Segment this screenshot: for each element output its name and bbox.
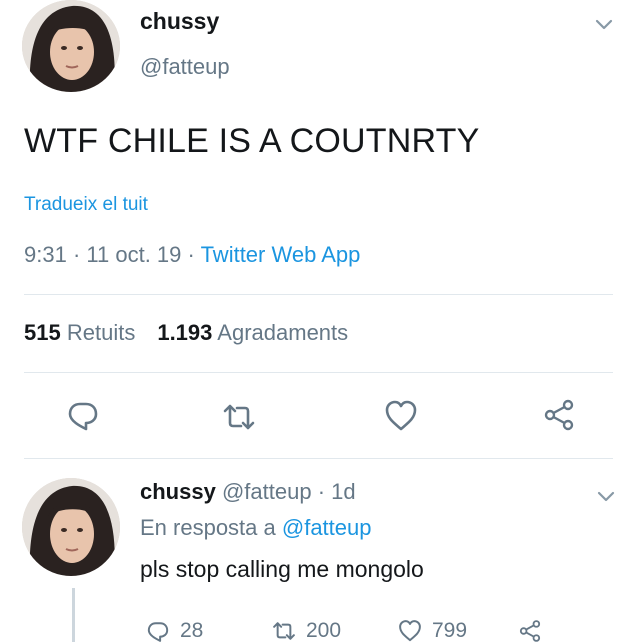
divider <box>24 458 613 459</box>
replying-to: En resposta a @fatteup <box>140 515 372 541</box>
reply-text: pls stop calling me mongolo <box>140 556 424 582</box>
author-handle[interactable]: @fatteup <box>140 54 230 80</box>
tweet-date[interactable]: 11 oct. 19 <box>86 242 181 267</box>
reply-retweet-count: 200 <box>306 619 342 642</box>
translate-link[interactable]: Tradueix el tuit <box>24 194 148 216</box>
reply-icon[interactable] <box>66 398 100 432</box>
avatar-photo <box>22 478 120 576</box>
share-icon <box>519 620 541 642</box>
reply-count: 28 <box>180 619 204 642</box>
tweet-text: WTF CHILE IS A COUTNRTY <box>24 122 480 160</box>
like-action[interactable]: 799 <box>398 618 467 642</box>
tweet-time[interactable]: 9:31 <box>24 242 67 267</box>
chevron-down-icon[interactable] <box>594 484 618 508</box>
reply-age[interactable]: 1d <box>331 479 355 504</box>
like-icon <box>399 620 421 642</box>
retweet-label: Retuits <box>66 320 136 345</box>
like-count: 1.193 <box>157 320 213 345</box>
reply-header: chussy @fatteup · 1d <box>140 479 356 505</box>
thread-line <box>72 588 75 642</box>
retweet-action[interactable]: 200 <box>272 618 341 642</box>
author-name[interactable]: chussy <box>140 8 219 35</box>
meta-separator: · <box>187 242 195 267</box>
like-icon[interactable] <box>384 399 418 433</box>
reply-author-handle[interactable]: @fatteup <box>222 479 312 504</box>
retweets-stat[interactable]: 515 Retuits <box>24 320 135 345</box>
likes-stat[interactable]: 1.193 Agradaments <box>157 320 348 345</box>
reply-like-count: 799 <box>432 619 468 642</box>
tweet-source[interactable]: Twitter Web App <box>201 242 361 267</box>
avatar[interactable] <box>22 0 120 92</box>
meta-separator: · <box>72 242 81 267</box>
retweet-icon <box>273 622 295 640</box>
reply-action[interactable]: 28 <box>146 618 203 642</box>
divider <box>24 372 613 373</box>
meta-separator: · <box>317 479 326 504</box>
retweet-count: 515 <box>24 320 61 345</box>
tweet-stats: 515 Retuits 1.193 Agradaments <box>24 320 348 346</box>
share-action[interactable] <box>518 618 552 642</box>
reply-author-name[interactable]: chussy <box>140 479 216 504</box>
replying-to-handle[interactable]: @fatteup <box>282 515 372 540</box>
avatar-photo <box>22 0 120 92</box>
replying-to-label: En resposta a <box>140 515 276 540</box>
reply-icon <box>147 622 169 642</box>
retweet-icon[interactable] <box>222 400 256 434</box>
tweet-meta: 9:31 · 11 oct. 19 · Twitter Web App <box>24 242 360 268</box>
avatar[interactable] <box>22 478 120 576</box>
like-label: Agradaments <box>217 320 349 345</box>
divider <box>24 294 613 295</box>
chevron-down-icon[interactable] <box>592 12 616 36</box>
share-icon[interactable] <box>542 398 576 432</box>
